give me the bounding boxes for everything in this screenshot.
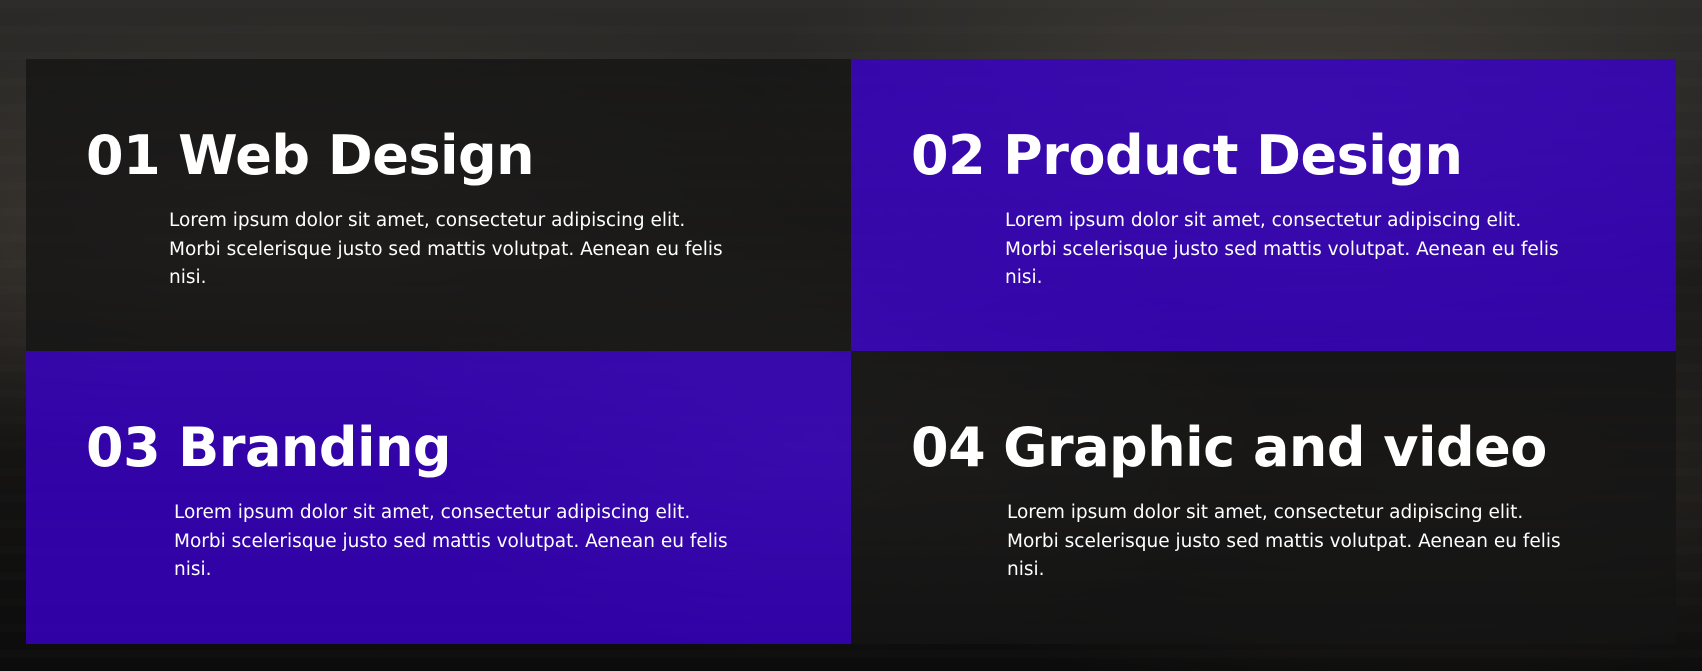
service-card-01: 01 Web Design Lorem ipsum dolor sit amet… xyxy=(26,59,851,351)
service-description: Lorem ipsum dolor sit amet, consectetur … xyxy=(1005,210,1559,289)
service-number: 01 xyxy=(86,124,161,187)
service-description: Lorem ipsum dolor sit amet, consectetur … xyxy=(1007,502,1561,581)
service-number: 03 xyxy=(86,416,161,479)
service-title: 01 Web Design xyxy=(86,129,851,183)
service-name: Graphic and video xyxy=(1003,416,1547,479)
service-card-02: 02 Product Design Lorem ipsum dolor sit … xyxy=(851,59,1676,351)
service-name: Branding xyxy=(178,416,452,479)
services-grid: 01 Web Design Lorem ipsum dolor sit amet… xyxy=(26,59,1676,644)
service-number: 04 xyxy=(911,416,986,479)
service-title: 04 Graphic and video xyxy=(911,421,1676,475)
service-card-04: 04 Graphic and video Lorem ipsum dolor s… xyxy=(851,351,1676,644)
service-number: 02 xyxy=(911,124,986,187)
service-title: 02 Product Design xyxy=(911,129,1676,183)
service-card-03: 03 Branding Lorem ipsum dolor sit amet, … xyxy=(26,351,851,644)
services-section: 01 Web Design Lorem ipsum dolor sit amet… xyxy=(0,0,1702,671)
service-title: 03 Branding xyxy=(86,421,851,475)
service-name: Product Design xyxy=(1003,124,1463,187)
service-description: Lorem ipsum dolor sit amet, consectetur … xyxy=(174,502,728,581)
service-description: Lorem ipsum dolor sit amet, consectetur … xyxy=(169,210,723,289)
service-name: Web Design xyxy=(178,124,535,187)
